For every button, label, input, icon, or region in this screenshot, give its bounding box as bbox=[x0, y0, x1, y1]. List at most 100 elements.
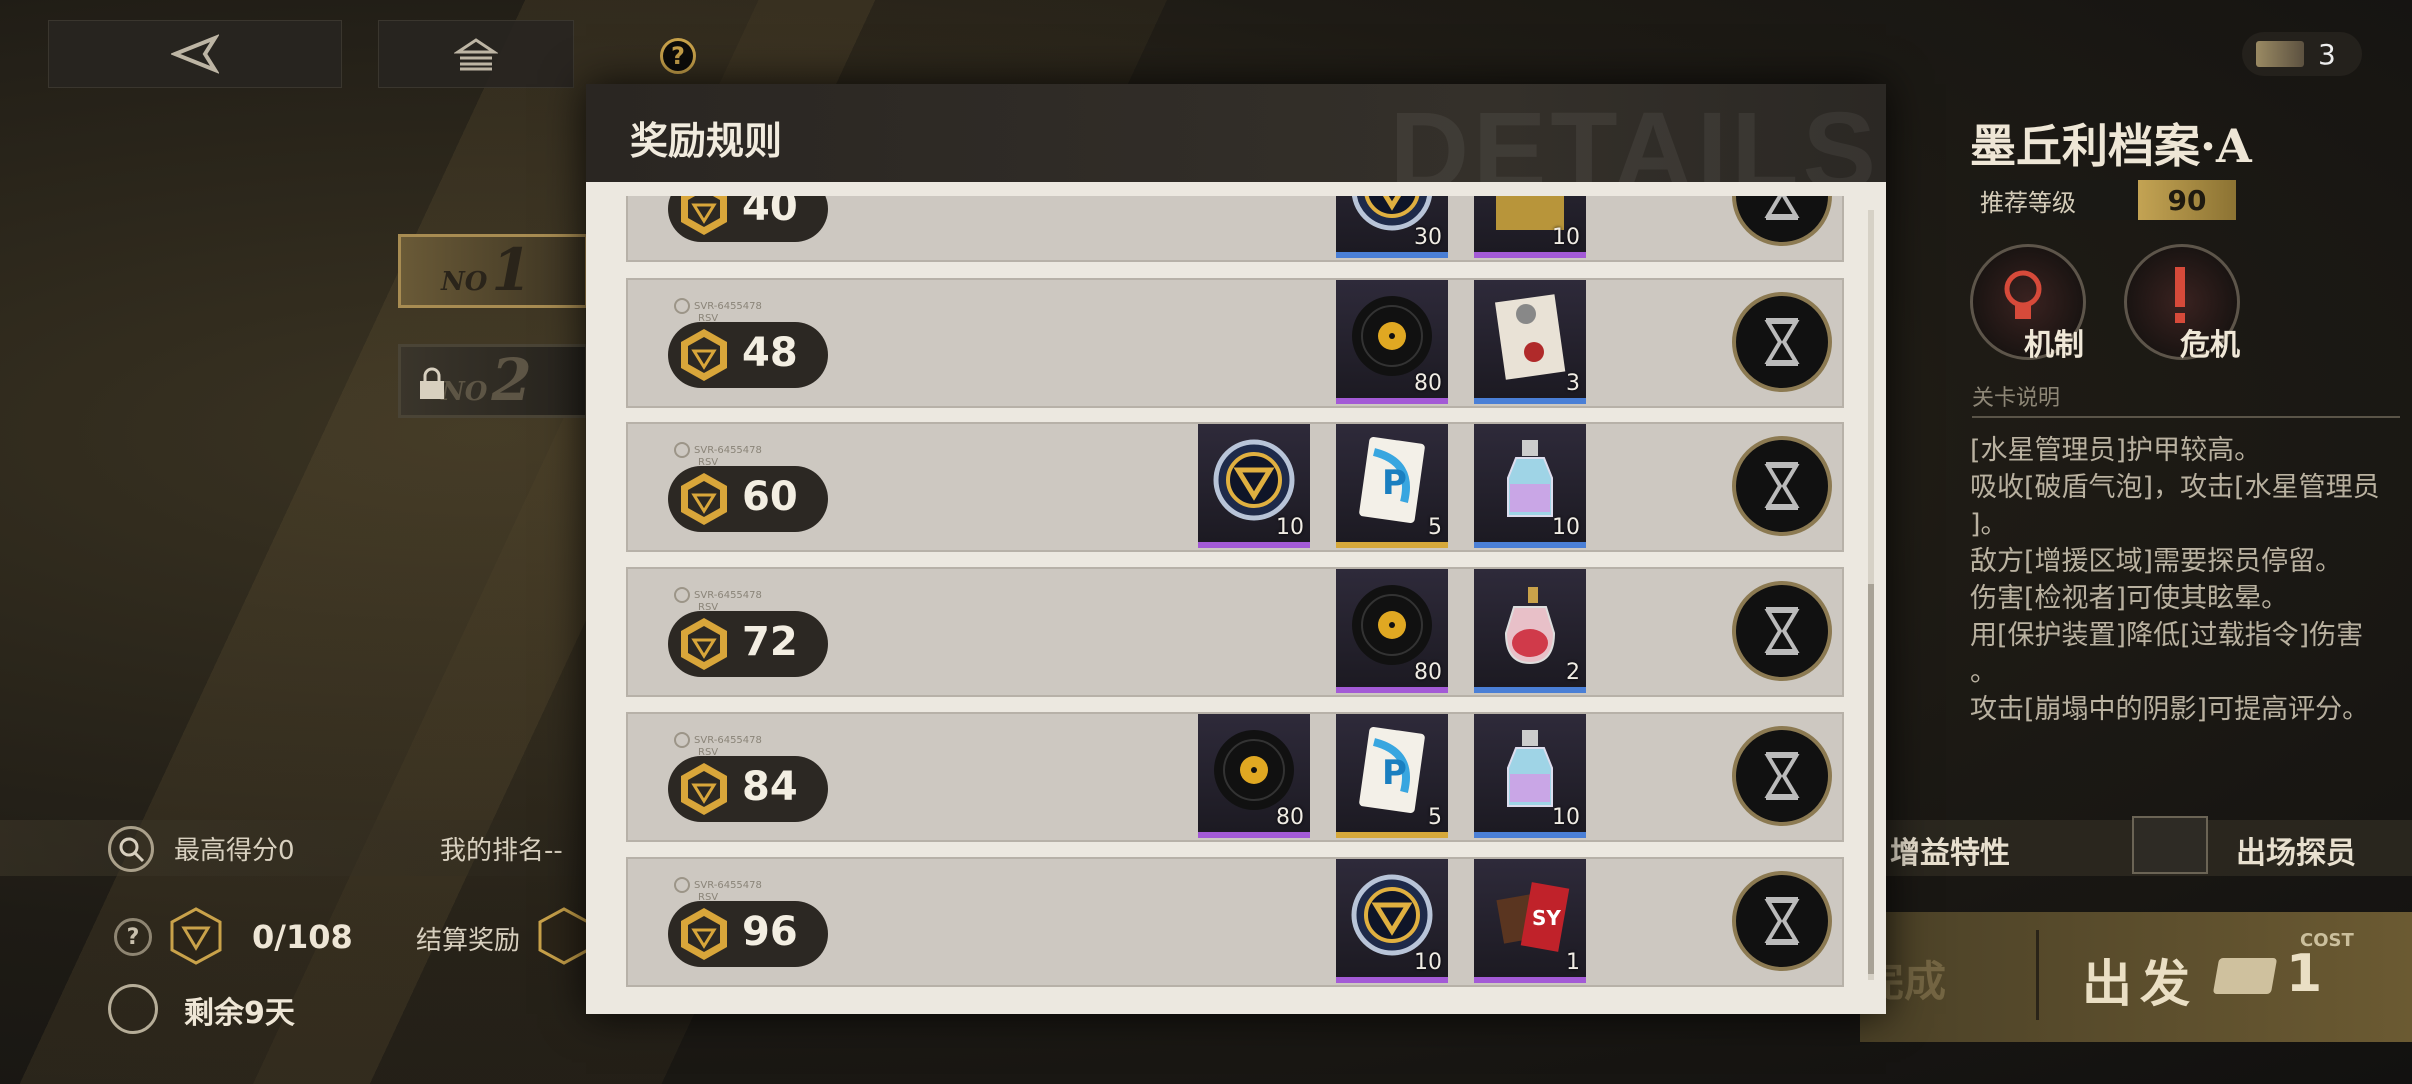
item-count: 80 bbox=[1276, 805, 1304, 830]
seal-icon bbox=[674, 587, 690, 603]
desc-line: 用[保护装置]降低[过载指令]伤害 bbox=[1970, 620, 2364, 651]
reward-code: SVR-6455478 RSV bbox=[674, 442, 762, 468]
agent-portrait-icon bbox=[2132, 816, 2208, 874]
hourglass-icon bbox=[1732, 581, 1832, 681]
desc-line: 敌方[增援区域]需要探员停留。 bbox=[1970, 546, 2343, 577]
reward-code: SVR-6455478 RSV bbox=[674, 298, 762, 324]
svg-text:P: P bbox=[1382, 463, 1407, 503]
reward-code-text: SVR-6455478 bbox=[694, 735, 762, 746]
reward-item[interactable]: 80 bbox=[1198, 714, 1310, 838]
item-count: 10 bbox=[1552, 515, 1580, 540]
reward-item[interactable]: 80 bbox=[1336, 280, 1448, 404]
best-score-label: 最高得分0 bbox=[174, 836, 295, 866]
reward-item[interactable]: 3 bbox=[1474, 280, 1586, 404]
ticket-icon bbox=[2256, 41, 2304, 67]
reward-code: SVR-6455478 RSV bbox=[674, 732, 762, 758]
reward-item[interactable]: 10 bbox=[1474, 196, 1586, 258]
buff-button[interactable]: 增益特性 bbox=[1890, 828, 2010, 872]
svg-text:SY: SY bbox=[1532, 906, 1561, 930]
score-value: 48 bbox=[742, 330, 798, 376]
desc-line: 。 bbox=[1970, 657, 1997, 688]
reward-item[interactable]: 10 bbox=[1474, 424, 1586, 548]
help-button[interactable]: ? bbox=[660, 38, 696, 74]
level-value: 90 bbox=[2138, 180, 2236, 220]
my-rank-label[interactable]: 我的排名-- bbox=[440, 830, 563, 867]
mechanism-label: 机制 bbox=[2024, 328, 2084, 363]
seal-icon bbox=[674, 732, 690, 748]
reward-item[interactable]: P5 bbox=[1336, 424, 1448, 548]
stage-tab-2[interactable]: NO 2 bbox=[398, 344, 588, 418]
reward-row: SVR-6455478 RSV 72 80 2 bbox=[626, 567, 1844, 697]
hourglass-icon bbox=[1732, 196, 1832, 246]
progress-count: 0/108 bbox=[252, 918, 353, 956]
agents-button[interactable]: 出场探员 bbox=[2236, 828, 2356, 872]
scrollbar-thumb[interactable] bbox=[1868, 584, 1874, 974]
reward-item[interactable]: SY 1 bbox=[1474, 859, 1586, 983]
desc-line: 伤害[检视者]可使其眩晕。 bbox=[1970, 583, 2289, 614]
reward-list[interactable]: 40 30 10 SVR-6455478 RSV 48 80 3 SVR-6455478 RSV 6… bbox=[626, 196, 1844, 1006]
hex-emblem-icon bbox=[681, 618, 727, 670]
stage-tab-1[interactable]: NO 1 bbox=[398, 234, 588, 308]
reward-item[interactable]: 2 bbox=[1474, 569, 1586, 693]
item-count: 80 bbox=[1414, 660, 1442, 685]
score-value: 72 bbox=[742, 619, 798, 665]
settle-reward-label[interactable]: 结算奖励 bbox=[416, 920, 520, 957]
item-count: 80 bbox=[1414, 371, 1442, 396]
perfume-bottle-icon bbox=[1504, 587, 1556, 665]
score-hex-icon bbox=[170, 907, 222, 965]
crisis-label: 危机 bbox=[2180, 328, 2240, 363]
hex-emblem-icon bbox=[681, 763, 727, 815]
score-value: 40 bbox=[742, 196, 798, 230]
level-label: 推荐等级 bbox=[1970, 180, 2138, 220]
reward-item[interactable]: 10 bbox=[1336, 859, 1448, 983]
hex-emblem-icon bbox=[681, 908, 727, 960]
home-button[interactable] bbox=[378, 20, 574, 88]
score-badge: 60 bbox=[668, 466, 828, 532]
item-count: 10 bbox=[1552, 805, 1580, 830]
reward-item[interactable]: P5 bbox=[1336, 714, 1448, 838]
reward-row: SVR-6455478 RSV 48 80 3 bbox=[626, 278, 1844, 408]
stage-no-label: NO bbox=[441, 377, 488, 407]
chocolate-bar-icon: SY bbox=[1496, 882, 1570, 952]
reward-item[interactable]: 10 bbox=[1198, 424, 1310, 548]
reward-item[interactable]: 10 bbox=[1474, 714, 1586, 838]
score-badge: 72 bbox=[668, 611, 828, 677]
svg-text:P: P bbox=[1382, 753, 1407, 793]
start-label: 出发 bbox=[2082, 955, 2198, 1013]
item-count: 1 bbox=[1566, 950, 1580, 975]
currency-counter[interactable]: 3 bbox=[2242, 32, 2362, 76]
score-badge: 40 bbox=[668, 196, 828, 242]
reward-rules-modal: 奖励规则 DETAILS 40 30 10 SVR-6455478 RSV 48 80 3 SV… bbox=[586, 84, 1886, 1014]
divider bbox=[1972, 416, 2400, 418]
hex-emblem-icon bbox=[681, 473, 727, 525]
score-badge: 84 bbox=[668, 756, 828, 822]
hourglass-icon bbox=[1732, 871, 1832, 971]
item-count: 10 bbox=[1414, 950, 1442, 975]
badge-coin-icon bbox=[1351, 874, 1433, 956]
score-badge: 48 bbox=[668, 322, 828, 388]
search-icon[interactable] bbox=[108, 826, 154, 872]
desc-line: 攻击[崩塌中的阴影]可提高评分。 bbox=[1970, 694, 2370, 725]
score-value: 60 bbox=[742, 474, 798, 520]
section-title: 关卡说明 bbox=[1972, 386, 2061, 411]
vinyl-record-icon bbox=[1352, 296, 1432, 376]
divider bbox=[2036, 930, 2039, 1020]
potion-bottle-icon bbox=[1507, 440, 1553, 517]
reward-code: SVR-6455478 RSV bbox=[674, 587, 762, 613]
item-count: 5 bbox=[1428, 805, 1442, 830]
item-count: 30 bbox=[1414, 225, 1442, 250]
item-count: 3 bbox=[1566, 371, 1580, 396]
desc-line: [水星管理员]护甲较高。 bbox=[1970, 435, 2262, 466]
back-button[interactable] bbox=[48, 20, 342, 88]
ticket-icon bbox=[2212, 958, 2278, 994]
reward-item[interactable]: 30 bbox=[1336, 196, 1448, 258]
reward-code-text: SVR-6455478 bbox=[694, 301, 762, 312]
reward-code: SVR-6455478 RSV bbox=[674, 877, 762, 903]
stage-description: [水星管理员]护甲较高。 吸收[破盾气泡]，攻击[水星管理员 ]。 敌方[增援区… bbox=[1970, 432, 2400, 728]
progress-help-button[interactable]: ? bbox=[114, 918, 152, 956]
reward-item[interactable]: 80 bbox=[1336, 569, 1448, 693]
item-count: 10 bbox=[1552, 225, 1580, 250]
badge-coin-icon bbox=[1213, 439, 1295, 521]
hourglass-icon bbox=[1732, 726, 1832, 826]
reward-hex-icon[interactable] bbox=[534, 906, 594, 966]
